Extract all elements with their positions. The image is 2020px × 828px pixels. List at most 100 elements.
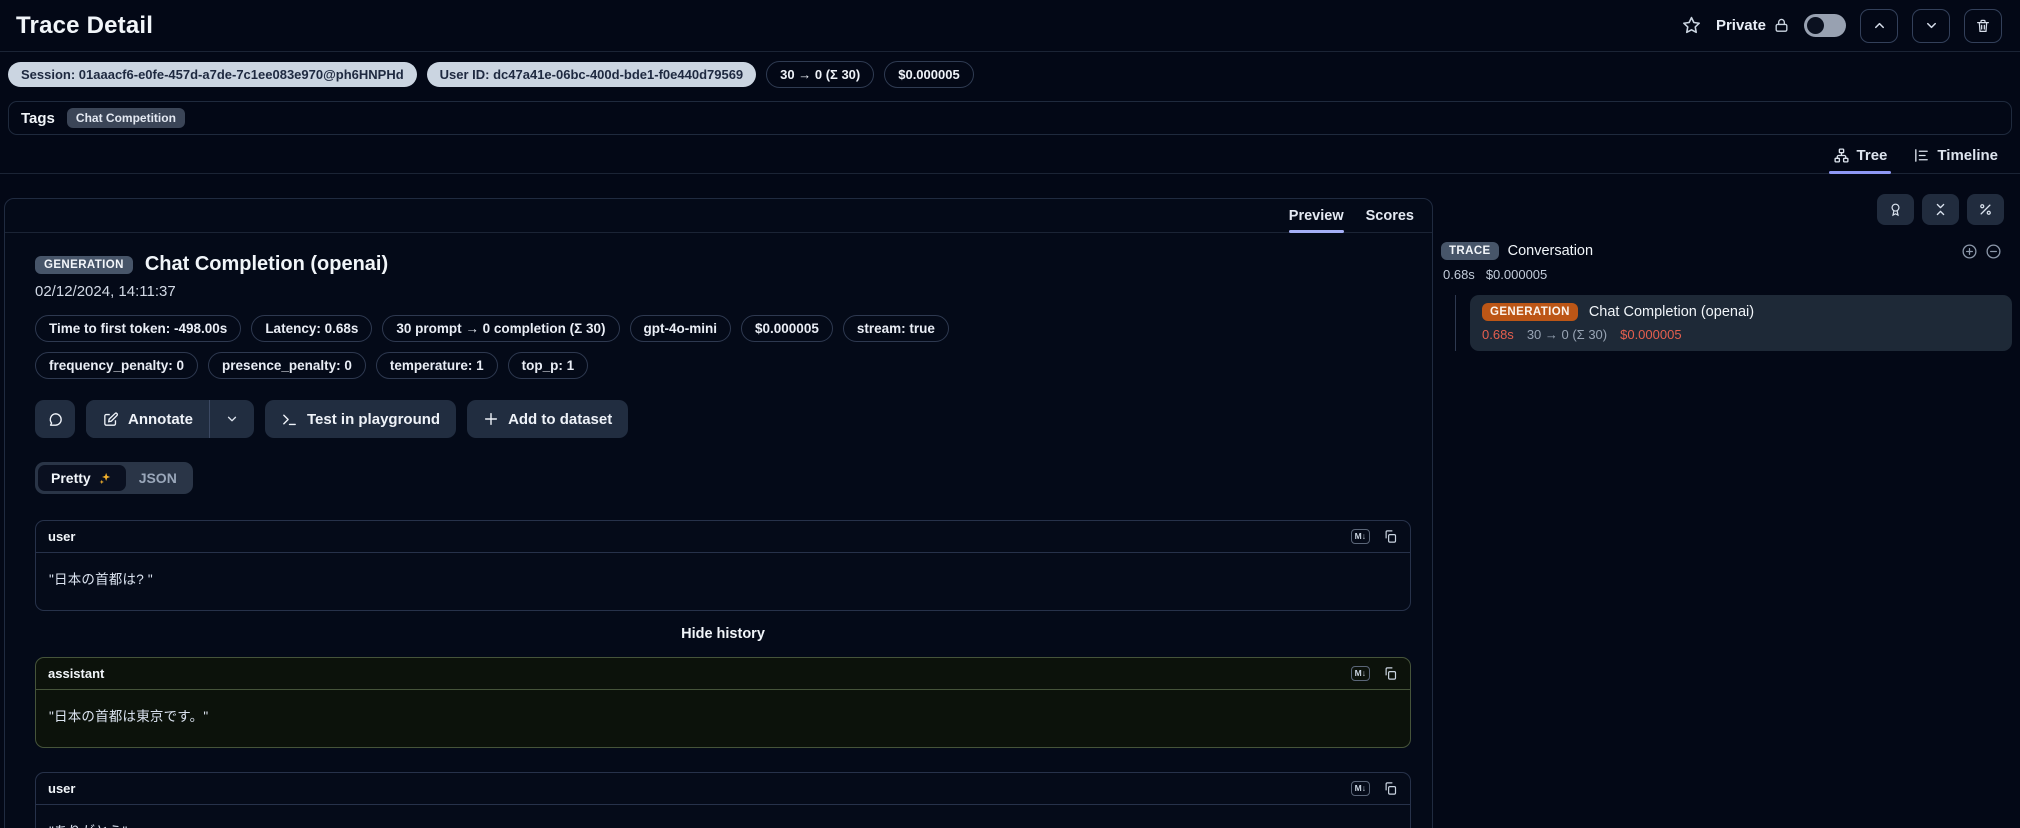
annotate-dropdown-button[interactable] <box>210 400 254 438</box>
session-badge[interactable]: Session: 01aaacf6-e0fe-457d-a7de-7c1ee08… <box>8 62 417 87</box>
add-to-dataset-button[interactable]: Add to dataset <box>467 400 629 438</box>
trace-name: Conversation <box>1507 243 1594 259</box>
panel-body: GENERATION Chat Completion (openai) 02/1… <box>5 233 1432 828</box>
meta-pill: temperature: 1 <box>375 352 498 379</box>
next-trace-button[interactable] <box>1912 8 1950 43</box>
chevron-down-icon <box>227 416 237 422</box>
trace-latency: 0.68s <box>1443 267 1475 282</box>
tree-toolbar <box>1441 194 2012 225</box>
hide-history-button[interactable]: Hide history <box>35 626 1411 642</box>
pencil-square-icon <box>104 412 118 426</box>
copy-icon[interactable] <box>1383 529 1398 544</box>
previous-trace-button[interactable] <box>1860 8 1898 43</box>
copy-icon[interactable] <box>1383 781 1398 796</box>
delete-trace-button[interactable] <box>1964 8 2002 43</box>
trace-id-badges: Session: 01aaacf6-e0fe-457d-a7de-7c1ee08… <box>0 52 2020 96</box>
format-json-button[interactable]: JSON <box>126 465 190 491</box>
observation-node-selected[interactable]: GENERATION Chat Completion (openai) 0.68… <box>1470 295 2012 351</box>
sparkles-icon <box>99 472 110 484</box>
terminal-icon <box>283 414 296 425</box>
playground-button[interactable]: Test in playground <box>265 400 457 438</box>
message-role: user <box>48 529 76 544</box>
meta-pill: Latency: 0.68s <box>251 315 373 342</box>
comment-button[interactable] <box>35 400 75 438</box>
observation-tree: GENERATION Chat Completion (openai) 0.68… <box>1441 295 2012 351</box>
lock-icon <box>1773 17 1790 34</box>
collapse-all-button[interactable] <box>1922 194 1959 225</box>
scores-toggle-button[interactable] <box>1877 194 1914 225</box>
visibility-status: Private <box>1716 17 1790 34</box>
trace-metrics: 0.68s $0.000005 <box>1441 267 2012 282</box>
tab-timeline-label: Timeline <box>1937 147 1998 164</box>
plus-icon <box>485 412 498 426</box>
meta-badges: Time to first token: -498.00s Latency: 0… <box>35 315 1115 379</box>
tab-preview[interactable]: Preview <box>1288 208 1344 233</box>
chevron-down-icon <box>1926 22 1936 29</box>
observation-name: Chat Completion (openai) <box>1588 304 1755 320</box>
meta-pill: stream: true <box>842 315 949 342</box>
observation-preview-panel: Preview Scores GENERATION Chat Completio… <box>4 198 1433 828</box>
header-actions: Private <box>1681 8 2002 43</box>
user-id-badge[interactable]: User ID: dc47a41e-06bc-400d-bde1-f0e440d… <box>426 62 757 87</box>
meta-pill: $0.000005 <box>741 315 833 342</box>
circle-minus-icon[interactable] <box>1985 243 2002 260</box>
view-tab-bar: Tree Timeline <box>0 135 2020 174</box>
tree-guide-line <box>1455 295 1456 351</box>
private-label: Private <box>1715 17 1766 34</box>
playground-label: Test in playground <box>307 410 441 428</box>
observation-cost: $0.000005 <box>1620 327 1682 342</box>
trace-cost: $0.000005 <box>1485 267 1548 282</box>
token-usage-badge: 30 → 0 (Σ 30) <box>766 61 875 88</box>
markdown-toggle-icon[interactable]: M↓ <box>1350 529 1370 544</box>
tag-chip[interactable]: Chat Competition <box>66 108 185 128</box>
markdown-toggle-icon[interactable]: M↓ <box>1350 666 1370 681</box>
format-toggle: Pretty JSON <box>35 462 193 494</box>
message-content: "日本の首都は東京です。" <box>49 709 209 724</box>
tab-tree-label: Tree <box>1856 147 1888 164</box>
trace-root-row[interactable]: TRACE Conversation <box>1441 242 2012 260</box>
tab-timeline[interactable]: Timeline <box>1913 147 1998 173</box>
meta-pill: Time to first token: -498.00s <box>35 315 242 342</box>
award-icon <box>1891 203 1900 217</box>
observation-latency: 0.68s <box>1482 327 1514 342</box>
generation-type-badge: GENERATION <box>35 255 133 274</box>
observation-tokens: 30 → 0 (Σ 30) <box>1526 327 1608 342</box>
meta-pill: gpt-4o-mini <box>629 315 732 342</box>
message-block-assistant: assistant M↓ "日本の首都は東京です。" <box>35 657 1411 748</box>
format-pretty-button[interactable]: Pretty <box>38 465 126 491</box>
annotate-button[interactable]: Annotate <box>86 400 209 438</box>
message-role: user <box>48 781 76 796</box>
annotate-label: Annotate <box>128 410 193 428</box>
trace-tree-sidebar: TRACE Conversation 0.68s $0.000005 GENER… <box>1441 194 2012 351</box>
message-block-user-2: user M↓ "ありがとう" <box>35 772 1411 828</box>
timeline-icon <box>1915 149 1929 162</box>
panel-tab-bar: Preview Scores <box>5 199 1432 233</box>
top-header: Trace Detail Private <box>0 0 2020 52</box>
page-title: Trace Detail <box>16 11 154 39</box>
message-block-user-1: user M↓ "日本の首都は? " <box>35 520 1411 611</box>
tab-scores[interactable]: Scores <box>1366 208 1414 232</box>
tags-label: Tags <box>21 109 55 127</box>
collapse-vertical-icon <box>1936 203 1945 216</box>
action-buttons: Annotate Test in playground Add to datas… <box>35 400 1410 438</box>
generation-type-badge: GENERATION <box>1482 303 1578 321</box>
message-list: user M↓ "日本の首都は? " Hide history assistan… <box>35 520 1411 828</box>
copy-icon[interactable] <box>1383 666 1398 681</box>
public-sharing-toggle[interactable] <box>1804 14 1846 37</box>
annotate-split-button: Annotate <box>86 400 254 438</box>
message-role: assistant <box>48 666 105 681</box>
observation-title: Chat Completion (openai) <box>144 253 389 275</box>
tags-container[interactable]: Tags Chat Competition <box>8 101 2012 135</box>
circle-plus-icon[interactable] <box>1961 243 1978 260</box>
cost-badge: $0.000005 <box>884 61 974 88</box>
message-content: "日本の首都は? " <box>49 572 153 587</box>
bookmark-star-icon[interactable] <box>1681 15 1702 36</box>
meta-pill: presence_penalty: 0 <box>208 352 366 379</box>
tab-tree[interactable]: Tree <box>1828 147 1892 174</box>
comment-icon <box>49 412 62 426</box>
markdown-toggle-icon[interactable]: M↓ <box>1350 781 1370 796</box>
chevron-up-icon <box>1874 22 1884 29</box>
tree-icon <box>1833 148 1849 163</box>
toggle-knob <box>1807 17 1824 34</box>
metrics-percent-button[interactable] <box>1967 194 2004 225</box>
